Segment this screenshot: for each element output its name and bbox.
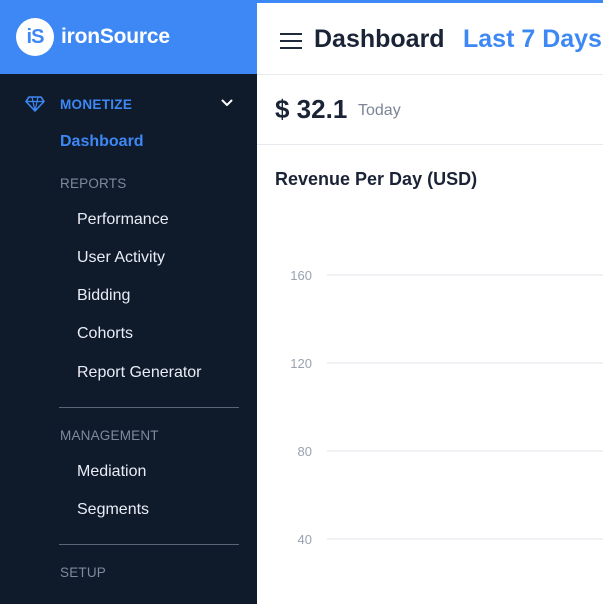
y-axis-tick-label: 80 xyxy=(298,444,312,459)
y-axis-tick-label: 40 xyxy=(298,532,312,547)
sidebar-item-mediation[interactable]: Mediation xyxy=(77,463,146,481)
sidebar-section-label: MONETIZE xyxy=(60,96,133,112)
diamond-icon xyxy=(25,96,45,112)
sidebar-heading-setup: SETUP xyxy=(60,565,107,580)
sidebar-item-user-activity[interactable]: User Activity xyxy=(77,249,165,267)
top-bar: Dashboard Last 7 Days xyxy=(257,0,603,75)
brand-name: ironSource xyxy=(61,25,170,48)
brand-header[interactable]: iS ironSource xyxy=(0,0,257,74)
revenue-chart: 160 120 80 40 xyxy=(290,268,603,547)
sidebar-item-performance[interactable]: Performance xyxy=(77,211,169,229)
app-window: iS ironSource MONETIZE Dashboard REPORTS… xyxy=(0,0,603,604)
hamburger-menu-icon[interactable] xyxy=(280,33,302,49)
brand-logo: iS xyxy=(16,18,54,56)
sidebar-item-cohorts[interactable]: Cohorts xyxy=(77,325,133,343)
y-axis-tick-label: 160 xyxy=(290,268,312,283)
sidebar-item-dashboard[interactable]: Dashboard xyxy=(60,133,144,151)
chevron-down-icon[interactable] xyxy=(220,96,234,110)
main-content: Dashboard Last 7 Days $ 32.1 Today Reven… xyxy=(257,0,603,604)
sidebar-heading-reports: REPORTS xyxy=(60,176,127,191)
sidebar-section-monetize[interactable]: MONETIZE xyxy=(0,89,257,119)
sidebar-divider xyxy=(59,544,239,545)
revenue-amount: $ 32.1 xyxy=(275,94,348,124)
page-title: Dashboard xyxy=(314,25,445,53)
chart-title: Revenue Per Day (USD) xyxy=(275,169,478,189)
date-range-selector[interactable]: Last 7 Days xyxy=(463,25,602,54)
sidebar-heading-management: MANAGEMENT xyxy=(60,428,159,443)
y-axis-tick-label: 120 xyxy=(290,356,312,371)
sidebar: iS ironSource MONETIZE Dashboard REPORTS… xyxy=(0,0,257,604)
sidebar-item-bidding[interactable]: Bidding xyxy=(77,287,130,305)
sidebar-item-report-generator[interactable]: Report Generator xyxy=(77,364,202,382)
sidebar-item-segments[interactable]: Segments xyxy=(77,501,149,519)
revenue-period: Today xyxy=(358,102,401,119)
revenue-summary: $ 32.1 Today xyxy=(257,75,603,145)
sidebar-divider xyxy=(59,407,239,408)
